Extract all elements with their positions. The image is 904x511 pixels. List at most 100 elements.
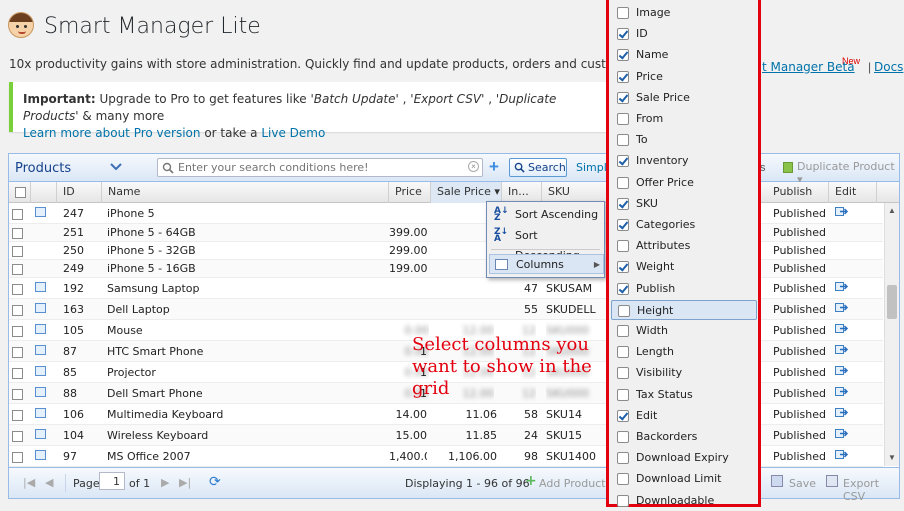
product-page-icon[interactable] [35,345,46,355]
cell-sku[interactable]: SKUSAM [546,278,612,299]
clear-search-icon[interactable]: × [468,161,479,172]
cell-price[interactable]: 14.00 [389,404,428,425]
column-option-id[interactable]: ID [611,24,757,44]
column-option-sale-price[interactable]: Sale Price [611,88,757,108]
cell-publish[interactable]: Published [773,320,831,341]
cell-publish[interactable]: Published [773,446,831,467]
column-option-download-limit[interactable]: Download Limit [611,469,757,489]
edit-arrow-icon[interactable] [835,206,849,217]
row-expand[interactable] [35,299,51,320]
cell-edit[interactable] [835,203,855,224]
vertical-scrollbar[interactable]: ▲ ▼ [884,203,899,466]
sort-ascending-item[interactable]: A↓ Z Sort Ascending [489,205,604,225]
beta-link[interactable]: t Manager Beta [762,60,855,74]
row-checkbox[interactable] [12,404,28,425]
col-edit[interactable]: Edit [829,182,877,203]
cell-edit[interactable] [835,425,855,446]
cell-sku[interactable]: SKUDELL [546,299,612,320]
cell-publish[interactable]: Published [773,383,831,404]
cell-inventory[interactable]: 98 [502,446,538,467]
row-select-checkbox[interactable] [12,346,23,358]
row-expand[interactable] [35,203,51,224]
product-page-icon[interactable] [35,408,46,418]
col-name[interactable]: Name [102,182,389,203]
column-checkbox[interactable] [618,304,630,317]
row-checkbox[interactable] [12,278,28,299]
column-checkbox[interactable] [617,346,629,359]
cell-name[interactable]: iPhone 5 [107,203,387,224]
column-checkbox[interactable] [617,7,629,19]
row-checkbox[interactable] [12,224,28,242]
page-input[interactable]: 1 [99,472,125,490]
column-option-downloadable[interactable]: Downloadable [611,491,757,511]
first-page-icon[interactable]: |◀ [23,476,35,489]
columns-item[interactable]: Columns ▶ [489,254,604,274]
cell-name[interactable]: Samsung Laptop [107,278,387,299]
row-select-checkbox[interactable] [12,283,23,295]
cell-name[interactable]: HTC Smart Phone [107,341,387,362]
cell-edit[interactable] [835,404,855,425]
row-checkbox[interactable] [12,446,28,467]
column-option-from[interactable]: From [611,109,757,129]
cell-name[interactable]: Multimedia Keyboard [107,404,387,425]
edit-arrow-icon[interactable] [835,302,849,313]
row-expand[interactable] [35,446,51,467]
last-page-icon[interactable]: ▶| [179,476,191,489]
scroll-up-icon[interactable]: ▲ [888,206,896,215]
cell-name[interactable]: iPhone 5 - 16GB [107,260,387,278]
row-select-checkbox[interactable] [12,227,23,239]
row-expand[interactable] [35,320,51,341]
column-checkbox[interactable] [617,70,629,83]
chevron-down-icon[interactable] [109,161,123,173]
column-checkbox[interactable] [617,282,629,295]
add-condition-button[interactable]: + [489,157,499,177]
scroll-thumb[interactable] [887,285,897,319]
row-select-checkbox[interactable] [12,367,23,379]
cell-price[interactable]: 199.00 [389,260,427,278]
column-checkbox[interactable] [617,91,629,104]
row-expand[interactable] [35,404,51,425]
select-all-checkbox[interactable] [15,186,26,198]
cell-price[interactable]: 1,400.00 [389,446,427,467]
column-option-tax-status[interactable]: Tax Status [611,385,757,405]
row-checkbox[interactable] [12,242,28,260]
product-page-icon[interactable] [35,366,46,376]
row-checkbox[interactable] [12,203,28,224]
pro-version-link[interactable]: Learn more about Pro version [23,126,201,140]
export-csv-button[interactable]: Export CSV [843,477,899,503]
column-checkbox[interactable] [617,219,629,231]
add-product-button[interactable]: Add Product [539,477,606,490]
row-select-checkbox[interactable] [12,409,23,421]
next-page-icon[interactable]: ▶ [161,476,169,489]
column-option-download-expiry[interactable]: Download Expiry [611,448,757,468]
column-checkbox[interactable] [617,197,629,210]
column-checkbox[interactable] [617,155,629,168]
sort-descending-item[interactable]: Z↓A Sort Descending [489,226,604,263]
row-expand[interactable] [35,341,51,362]
col-sale-price[interactable]: Sale Price ▾ [431,182,502,203]
cell-edit[interactable] [835,299,855,320]
edit-arrow-icon[interactable] [835,407,849,418]
column-option-width[interactable]: Width [611,321,757,341]
edit-arrow-icon[interactable] [835,386,849,397]
column-option-offer-price[interactable]: Offer Price [611,173,757,193]
column-checkbox[interactable] [617,49,629,62]
row-expand[interactable] [35,278,51,299]
cell-publish[interactable]: Published [773,299,831,320]
column-checkbox[interactable] [617,113,629,125]
cell-sku[interactable]: SKU15 [546,425,612,446]
row-select-checkbox[interactable] [12,388,23,400]
column-checkbox[interactable] [617,388,629,401]
cell-edit[interactable] [835,362,855,383]
edit-arrow-icon[interactable] [835,323,849,334]
product-page-icon[interactable] [35,207,46,217]
row-select-checkbox[interactable] [12,263,23,275]
cell-name[interactable]: Dell Laptop [107,299,387,320]
column-option-height[interactable]: Height [611,299,757,320]
cell-name[interactable]: Dell Smart Phone [107,383,387,404]
row-expand[interactable] [35,383,51,404]
cell-publish[interactable]: Published [773,341,831,362]
edit-arrow-icon[interactable] [835,365,849,376]
live-demo-link[interactable]: Live Demo [261,126,325,140]
cell-name[interactable]: Mouse [107,320,387,341]
